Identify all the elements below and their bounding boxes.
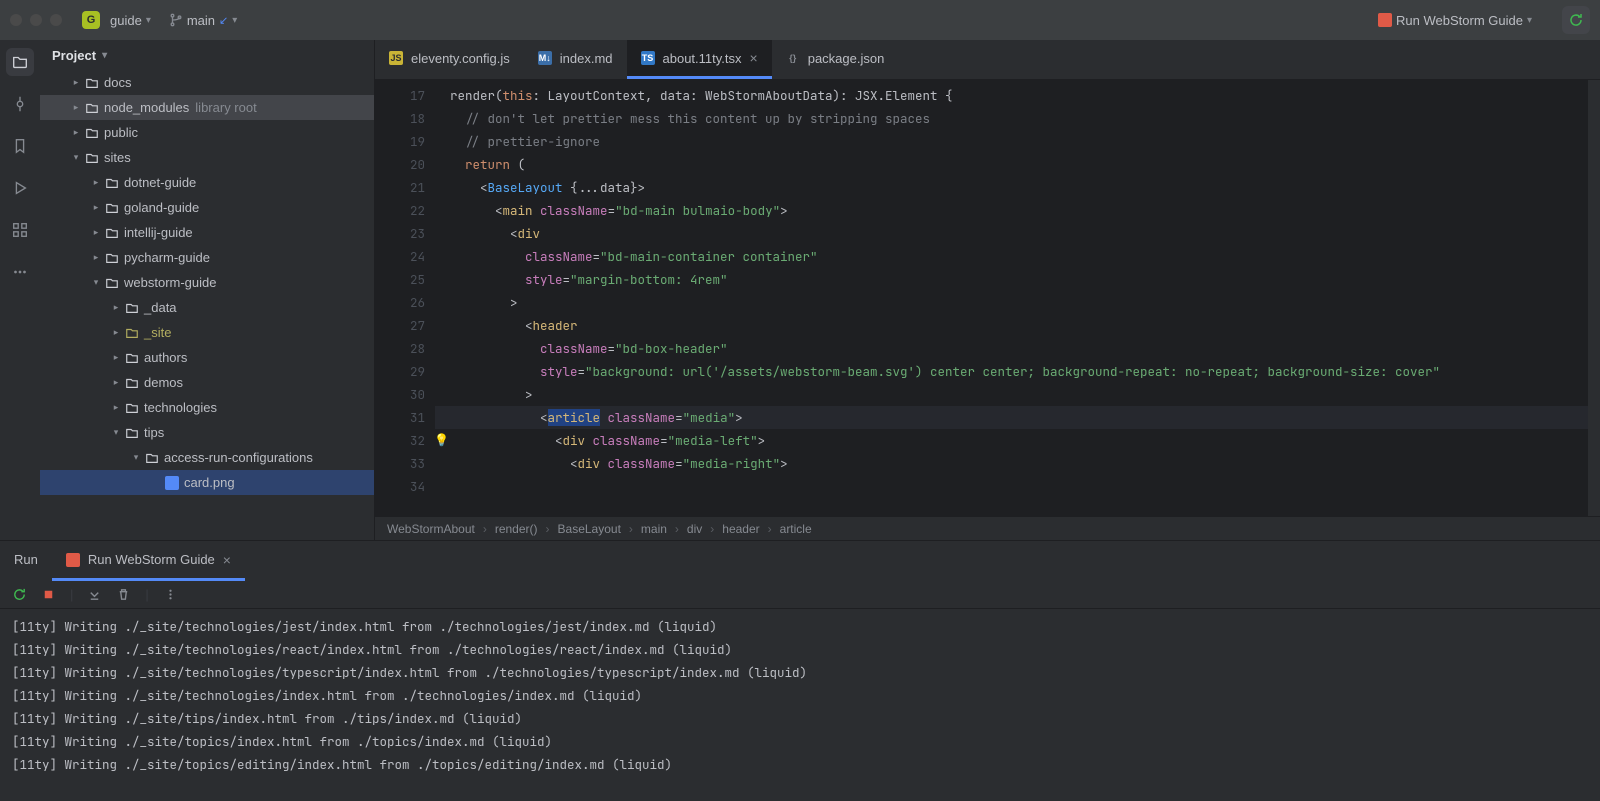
editor-area: JSeleventy.config.jsM↓index.mdTSabout.11… xyxy=(375,40,1600,540)
breadcrumb-item[interactable]: WebStormAbout xyxy=(387,522,475,536)
line-gutter: 171819202122232425262728293031323334 xyxy=(375,80,435,516)
sidebar-header[interactable]: Project ▾ xyxy=(40,40,374,70)
breadcrumb-item[interactable]: article xyxy=(780,522,812,536)
tree-item-public[interactable]: ▸public xyxy=(40,120,374,145)
code-content[interactable]: render(this: LayoutContext, data: WebSto… xyxy=(435,80,1600,516)
left-toolstrip xyxy=(0,40,40,540)
run-config-icon xyxy=(1378,13,1392,27)
project-badge-icon: G xyxy=(82,11,100,29)
tab-run-label: Run xyxy=(14,552,38,567)
branch-selector[interactable]: main ↙ ▾ xyxy=(169,13,237,28)
tab-index.md[interactable]: M↓index.md xyxy=(524,40,627,79)
breadcrumb-item[interactable]: render() xyxy=(495,522,538,536)
incoming-icon: ↙ xyxy=(219,14,228,27)
tree-item-sites[interactable]: ▾sites xyxy=(40,145,374,170)
project-selector[interactable]: G guide ▾ xyxy=(82,11,151,29)
console-toolbar: | | xyxy=(0,581,1600,609)
scroll-down-icon[interactable] xyxy=(87,587,102,602)
tab-about.11ty.tsx[interactable]: TSabout.11ty.tsx× xyxy=(627,40,772,79)
chevron-down-icon: ▾ xyxy=(1527,15,1532,26)
breadcrumb[interactable]: WebStormAbout›render()›BaseLayout›main›d… xyxy=(375,516,1600,540)
run-config-selector[interactable]: Run WebStorm Guide ▾ xyxy=(1378,13,1532,28)
tree-item-access-run-configurations[interactable]: ▾access-run-configurations xyxy=(40,445,374,470)
scrollbar[interactable] xyxy=(1588,80,1600,516)
more-icon[interactable] xyxy=(163,587,178,602)
tab-run-config[interactable]: Run WebStorm Guide × xyxy=(52,541,245,581)
close-icon[interactable]: × xyxy=(223,552,231,568)
window-controls[interactable] xyxy=(10,14,62,26)
tab-run[interactable]: Run xyxy=(0,541,52,581)
tree-item-card.png[interactable]: card.png xyxy=(40,470,374,495)
tab-run-config-label: Run WebStorm Guide xyxy=(88,552,215,567)
tree-item-webstorm-guide[interactable]: ▾webstorm-guide xyxy=(40,270,374,295)
titlebar: G guide ▾ main ↙ ▾ Run WebStorm Guide ▾ xyxy=(0,0,1600,40)
tree-item-technologies[interactable]: ▸technologies xyxy=(40,395,374,420)
max-dot[interactable] xyxy=(50,14,62,26)
tree-item-goland-guide[interactable]: ▸goland-guide xyxy=(40,195,374,220)
tree-item-_site[interactable]: ▸_site xyxy=(40,320,374,345)
tree-item-authors[interactable]: ▸authors xyxy=(40,345,374,370)
project-sidebar: Project ▾ ▸docs▸node_moduleslibrary root… xyxy=(40,40,375,540)
tree-item-dotnet-guide[interactable]: ▸dotnet-guide xyxy=(40,170,374,195)
chevron-down-icon: ▾ xyxy=(102,50,107,61)
close-icon[interactable]: × xyxy=(750,50,758,66)
code-editor[interactable]: 171819202122232425262728293031323334 ren… xyxy=(375,80,1600,516)
bottom-tabs: Run Run WebStorm Guide × xyxy=(0,541,1600,581)
project-name: guide xyxy=(110,13,142,28)
run-config-icon xyxy=(66,553,80,567)
branch-name: main xyxy=(187,13,215,28)
tree-item-pycharm-guide[interactable]: ▸pycharm-guide xyxy=(40,245,374,270)
rerun-icon[interactable] xyxy=(12,587,27,602)
run-config-name: Run WebStorm Guide xyxy=(1396,13,1523,28)
min-dot[interactable] xyxy=(30,14,42,26)
tab-package.json[interactable]: {}package.json xyxy=(772,40,899,79)
refresh-button[interactable] xyxy=(1562,6,1590,34)
branch-icon xyxy=(169,13,183,27)
tree-item-_data[interactable]: ▸_data xyxy=(40,295,374,320)
refresh-icon xyxy=(1568,12,1584,28)
chevron-down-icon: ▾ xyxy=(146,15,151,26)
trash-icon[interactable] xyxy=(116,587,131,602)
stop-icon[interactable] xyxy=(41,587,56,602)
sidebar-title: Project xyxy=(52,48,96,63)
file-tree[interactable]: ▸docs▸node_moduleslibrary root▸public▾si… xyxy=(40,70,374,540)
run-tool-button[interactable] xyxy=(6,174,34,202)
tree-item-tips[interactable]: ▾tips xyxy=(40,420,374,445)
console-output[interactable]: [11ty] Writing ./_site/technologies/jest… xyxy=(0,609,1600,801)
tree-item-demos[interactable]: ▸demos xyxy=(40,370,374,395)
breadcrumb-item[interactable]: BaseLayout xyxy=(558,522,621,536)
tree-item-docs[interactable]: ▸docs xyxy=(40,70,374,95)
close-dot[interactable] xyxy=(10,14,22,26)
editor-tabs: JSeleventy.config.jsM↓index.mdTSabout.11… xyxy=(375,40,1600,80)
commit-tool-button[interactable] xyxy=(6,90,34,118)
project-tool-button[interactable] xyxy=(6,48,34,76)
structure-tool-button[interactable] xyxy=(6,216,34,244)
chevron-down-icon: ▾ xyxy=(232,15,237,26)
more-tool-button[interactable] xyxy=(6,258,34,286)
breadcrumb-item[interactable]: header xyxy=(722,522,759,536)
tab-eleventy.config.js[interactable]: JSeleventy.config.js xyxy=(375,40,524,79)
tree-item-node_modules[interactable]: ▸node_moduleslibrary root xyxy=(40,95,374,120)
bottom-panel: Run Run WebStorm Guide × | | [11ty] Writ… xyxy=(0,541,1600,801)
breadcrumb-item[interactable]: div xyxy=(687,522,702,536)
breadcrumb-item[interactable]: main xyxy=(641,522,667,536)
tree-item-intellij-guide[interactable]: ▸intellij-guide xyxy=(40,220,374,245)
bookmarks-tool-button[interactable] xyxy=(6,132,34,160)
